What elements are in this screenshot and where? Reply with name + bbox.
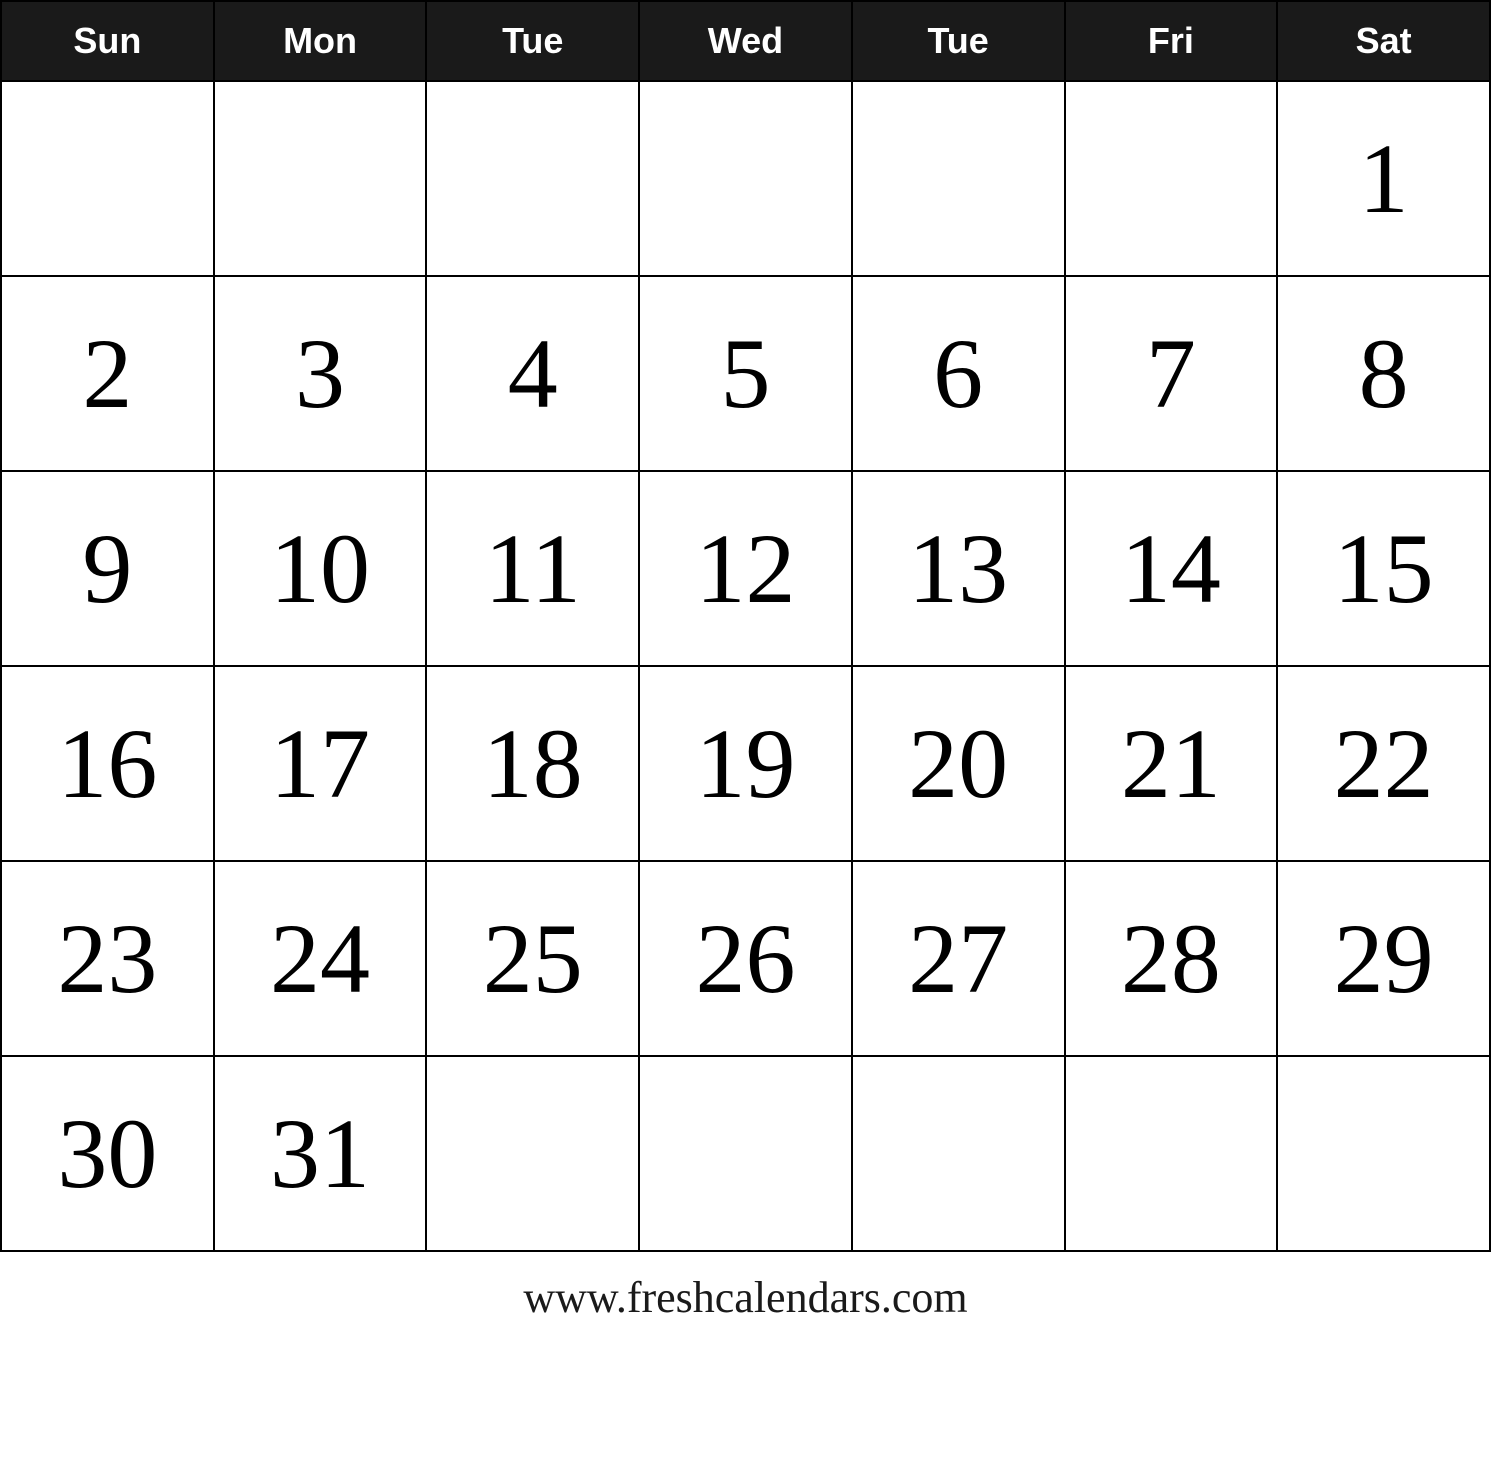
calendar-row: 23242526272829 [1,861,1490,1056]
calendar-cell: 6 [852,276,1065,471]
calendar-cell: 22 [1277,666,1490,861]
calendar-cell: 30 [1,1056,214,1251]
calendar-row: 2345678 [1,276,1490,471]
calendar-cell: 18 [426,666,639,861]
header-cell: Sun [1,1,214,81]
calendar-cell: 3 [214,276,427,471]
calendar-cell: 15 [1277,471,1490,666]
calendar-cell [426,81,639,276]
calendar-cell: 27 [852,861,1065,1056]
calendar-cell: 21 [1065,666,1278,861]
header-cell: Wed [639,1,852,81]
header-cell: Tue [426,1,639,81]
calendar-row: 9101112131415 [1,471,1490,666]
calendar-cell [852,1056,1065,1251]
calendar-cell: 13 [852,471,1065,666]
header-cell: Fri [1065,1,1278,81]
calendar-cell: 16 [1,666,214,861]
calendar-cell: 29 [1277,861,1490,1056]
calendar-cell: 26 [639,861,852,1056]
header-cell: Sat [1277,1,1490,81]
calendar-cell: 8 [1277,276,1490,471]
header-cell: Mon [214,1,427,81]
header-row: SunMonTueWedTueFriSat [1,1,1490,81]
calendar-cell: 4 [426,276,639,471]
calendar-cell: 23 [1,861,214,1056]
calendar-cell: 11 [426,471,639,666]
calendar-cell [639,1056,852,1251]
calendar-table: SunMonTueWedTueFriSat 123456789101112131… [0,0,1491,1252]
calendar-cell: 1 [1277,81,1490,276]
calendar-cell: 31 [214,1056,427,1251]
calendar-cell: 25 [426,861,639,1056]
calendar-cell [1277,1056,1490,1251]
calendar-cell: 5 [639,276,852,471]
calendar-cell: 24 [214,861,427,1056]
calendar-wrapper: SunMonTueWedTueFriSat 123456789101112131… [0,0,1491,1338]
calendar-cell [1065,81,1278,276]
calendar-cell: 20 [852,666,1065,861]
calendar-cell [639,81,852,276]
calendar-cell [1,81,214,276]
calendar-cell [1065,1056,1278,1251]
calendar-row: 3031 [1,1056,1490,1251]
calendar-cell [852,81,1065,276]
calendar-cell: 2 [1,276,214,471]
calendar-cell: 9 [1,471,214,666]
calendar-cell: 19 [639,666,852,861]
calendar-row: 16171819202122 [1,666,1490,861]
calendar-cell: 12 [639,471,852,666]
calendar-cell: 14 [1065,471,1278,666]
calendar-cell [426,1056,639,1251]
calendar-row: 1 [1,81,1490,276]
calendar-cell: 10 [214,471,427,666]
footer-url: www.freshcalendars.com [0,1252,1491,1338]
header-cell: Tue [852,1,1065,81]
calendar-cell: 17 [214,666,427,861]
calendar-cell: 28 [1065,861,1278,1056]
calendar-cell [214,81,427,276]
calendar-cell: 7 [1065,276,1278,471]
